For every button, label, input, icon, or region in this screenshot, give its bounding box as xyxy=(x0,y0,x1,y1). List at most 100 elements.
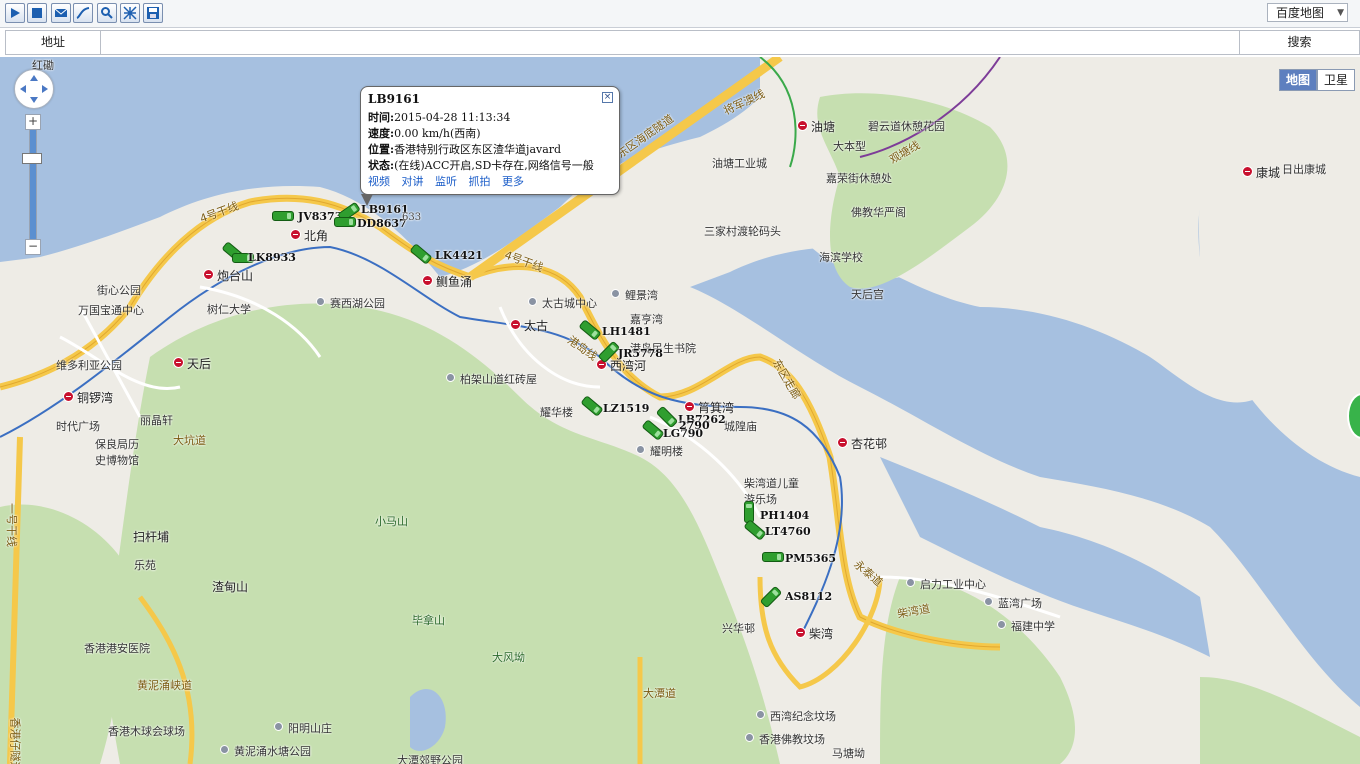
poi-icon xyxy=(997,620,1006,629)
vehicle-label: LZ1519 xyxy=(603,402,650,415)
map-canvas[interactable]: 北角 鲗鱼涌 太古 西湾河 筲箕湾 杏花邨 柴湾 炮台山 天后 铜锣湾 油塘 康… xyxy=(0,57,1360,764)
stop-icon[interactable] xyxy=(27,3,47,23)
popup-title: LB9161 xyxy=(368,92,420,106)
location-value: 香港特别行政区东区渣华道javard xyxy=(394,143,562,156)
poi-icon xyxy=(636,445,645,454)
area-label: 大风坳 xyxy=(492,651,525,664)
station-label: 太古 xyxy=(524,319,549,333)
popup-pointer xyxy=(361,194,373,206)
vehicle-marker[interactable] xyxy=(334,217,356,227)
pan-control[interactable] xyxy=(14,69,54,109)
mtr-station-chai-wan[interactable] xyxy=(795,627,806,638)
video-link[interactable]: 视频 xyxy=(368,175,390,188)
station-label: 杏花邨 xyxy=(851,437,888,451)
address-input[interactable] xyxy=(102,32,1246,52)
area-label: 香港木球会球场 xyxy=(108,725,185,738)
status-value: (在线)ACC开启,SD卡存在,网络信号一般 xyxy=(394,159,594,172)
save-icon[interactable] xyxy=(143,3,163,23)
area-label: 大本型 xyxy=(833,140,866,153)
zoom-in-button[interactable]: + xyxy=(25,114,41,130)
vehicle-label: PM5365 xyxy=(785,552,837,565)
area-label: 万国宝通中心 xyxy=(78,304,144,317)
track-icon[interactable] xyxy=(73,3,93,23)
area-label: 柏架山道红砖屋 xyxy=(460,373,537,386)
station-label: 铜锣湾 xyxy=(77,391,114,405)
area-label: 街心公园 xyxy=(97,284,141,297)
area-label: 日出康城 xyxy=(1282,163,1326,176)
zoom-out-button[interactable]: − xyxy=(25,239,41,255)
area-label: 阳明山庄 xyxy=(288,722,332,735)
area-label: 耀明楼 xyxy=(650,445,683,458)
poi-icon xyxy=(756,710,765,719)
vehicle-marker[interactable] xyxy=(272,211,294,221)
area-label: 大潭郊野公园 xyxy=(397,754,463,764)
area-label: 天后宫 xyxy=(851,288,884,301)
mtr-station-heng-fa-chuen[interactable] xyxy=(837,437,848,448)
zoom-slider-track[interactable] xyxy=(29,129,37,240)
poi-icon xyxy=(274,722,283,731)
search-icon[interactable] xyxy=(97,3,117,23)
station-label: 天后 xyxy=(187,357,212,371)
zoom-slider-handle[interactable] xyxy=(22,153,42,164)
poi-icon xyxy=(446,373,455,382)
station-label: 炮台山 xyxy=(217,269,254,283)
status-label: 状态: xyxy=(368,159,395,172)
mtr-station-quarry-bay[interactable] xyxy=(422,275,433,286)
mtr-station-tai-koo[interactable] xyxy=(510,319,521,330)
time-value: 2015-04-28 11:13:34 xyxy=(394,111,511,124)
play-icon[interactable] xyxy=(5,3,25,23)
monitor-link[interactable]: 监听 xyxy=(435,175,457,188)
vehicle-label: AS8112 xyxy=(785,590,833,603)
poi-icon xyxy=(984,597,993,606)
vehicle-label: LH1481 xyxy=(602,325,651,338)
mtr-station-north-point[interactable] xyxy=(290,229,301,240)
area-label: 油塘工业城 xyxy=(712,157,767,170)
area-label: 维多利亚公园 xyxy=(56,359,122,372)
mtr-station-fortress-hill[interactable] xyxy=(203,269,214,280)
station-label: 油塘 xyxy=(811,120,836,134)
close-icon[interactable]: × xyxy=(602,92,613,103)
address-label: 地址 xyxy=(6,31,101,54)
mtr-station-causeway-bay[interactable] xyxy=(63,391,74,402)
area-label: 西湾纪念坟场 xyxy=(770,710,836,723)
popup-actions: 视频 对讲 监听 抓拍 更多 xyxy=(368,173,532,189)
area-label: 小马山 xyxy=(375,515,408,528)
vehicle-label: LK8933 xyxy=(248,251,296,264)
mail-icon[interactable] xyxy=(51,3,71,23)
vehicle-label: JR5778 xyxy=(618,347,663,360)
area-label: 香港佛教坟场 xyxy=(759,733,825,746)
area-label: 城隍庙 xyxy=(724,420,757,433)
poi-icon xyxy=(220,745,229,754)
area-label: 三家村渡轮码头 xyxy=(704,225,781,238)
address-bar: 地址 搜索 xyxy=(5,30,1360,55)
mtr-station-lohas-park[interactable] xyxy=(1242,166,1253,177)
area-label: 佛教华严阁 xyxy=(851,206,906,219)
snapshot-link[interactable]: 抓拍 xyxy=(469,175,491,188)
poi-icon xyxy=(316,297,325,306)
area-label: 福建中学 xyxy=(1011,620,1055,633)
map-provider-select[interactable]: 百度地图 ▼ xyxy=(1267,3,1348,22)
speed-value: 0.00 km/h(西南) xyxy=(394,127,481,140)
map-base-layer xyxy=(0,57,1360,764)
station-label: 鲗鱼涌 xyxy=(436,275,473,289)
area-label: 碧云道休憩花园 xyxy=(868,120,945,133)
grid-icon[interactable] xyxy=(120,3,140,23)
vehicle-info-popup: LB9161 × 时间:2015-04-28 11:13:34 速度:0.00 … xyxy=(360,86,620,206)
map-type-map-button[interactable]: 地图 xyxy=(1279,69,1317,91)
station-label: 柴湾 xyxy=(809,627,834,641)
chevron-down-icon: ▼ xyxy=(1337,8,1344,18)
vehicle-marker[interactable] xyxy=(762,552,784,562)
area-label: 渣甸山 xyxy=(212,580,249,594)
intercom-link[interactable]: 对讲 xyxy=(402,175,424,188)
area-label: 毕拿山 xyxy=(412,614,445,627)
mtr-station-shau-kei-wan[interactable] xyxy=(684,401,695,412)
time-label: 时间: xyxy=(368,111,395,124)
mtr-station-tin-hau[interactable] xyxy=(173,357,184,368)
search-button[interactable]: 搜索 xyxy=(1239,31,1359,54)
area-label: 丽晶轩 xyxy=(140,414,173,427)
more-link[interactable]: 更多 xyxy=(502,175,524,188)
station-label: 北角 xyxy=(304,229,329,243)
mtr-station-yau-tong[interactable] xyxy=(797,120,808,131)
map-type-satellite-button[interactable]: 卫星 xyxy=(1317,69,1355,91)
area-label: 鲤景湾 xyxy=(625,289,658,302)
